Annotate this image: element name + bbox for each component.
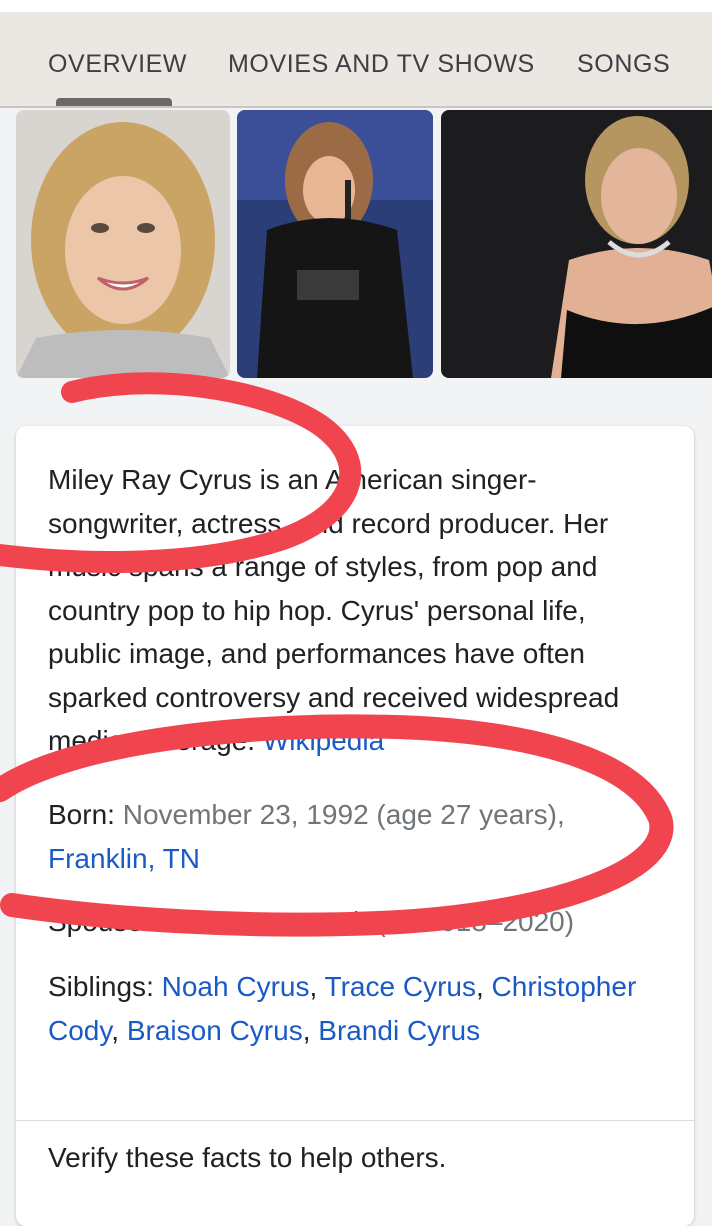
wikipedia-link[interactable]: Wikipedia xyxy=(263,725,384,756)
born-value: November 23, 1992 (age 27 years), xyxy=(122,799,565,830)
tab-bar: OVERVIEW MOVIES AND TV SHOWS SONGS xyxy=(0,12,712,108)
spouse-value: (m. 2018–2020) xyxy=(376,906,575,937)
spouse-fact: Spouse: Liam Hemsworth (m. 2018–2020) xyxy=(48,906,575,937)
siblings-label: Siblings xyxy=(48,971,147,1002)
spouse-name-link[interactable]: Liam Hemsworth xyxy=(159,906,369,937)
top-band xyxy=(0,0,712,12)
knowledge-card: Miley Ray Cyrus is an American singer-so… xyxy=(16,426,694,1226)
born-fact: Born: November 23, 1992 (age 27 years), … xyxy=(48,799,565,874)
description-text: Miley Ray Cyrus is an American singer-so… xyxy=(48,464,620,756)
description: Miley Ray Cyrus is an American singer-so… xyxy=(48,458,663,763)
siblings-fact: Siblings: Noah Cyrus, Trace Cyrus, Chris… xyxy=(48,971,637,1046)
portrait-photo-1[interactable] xyxy=(16,110,230,378)
divider xyxy=(16,1120,694,1121)
tab-overview[interactable]: OVERVIEW xyxy=(48,50,187,79)
verify-facts-text[interactable]: Verify these facts to help others. xyxy=(48,1142,446,1174)
portrait-photo-3[interactable] xyxy=(441,110,712,378)
born-label: Born xyxy=(48,799,108,830)
sibling-link[interactable]: Noah Cyrus xyxy=(162,971,310,1002)
sibling-link[interactable]: Brandi Cyrus xyxy=(318,1015,480,1046)
sibling-link[interactable]: Braison Cyrus xyxy=(127,1015,303,1046)
sibling-link[interactable]: Trace Cyrus xyxy=(325,971,476,1002)
born-place-link[interactable]: Franklin, TN xyxy=(48,843,200,874)
spouse-label: Spouse xyxy=(48,906,143,937)
portrait-photo-2[interactable] xyxy=(237,110,433,378)
tab-movies-and-tv-shows[interactable]: MOVIES AND TV SHOWS xyxy=(228,50,535,79)
tab-songs[interactable]: SONGS xyxy=(577,50,670,79)
active-tab-indicator xyxy=(56,98,172,106)
